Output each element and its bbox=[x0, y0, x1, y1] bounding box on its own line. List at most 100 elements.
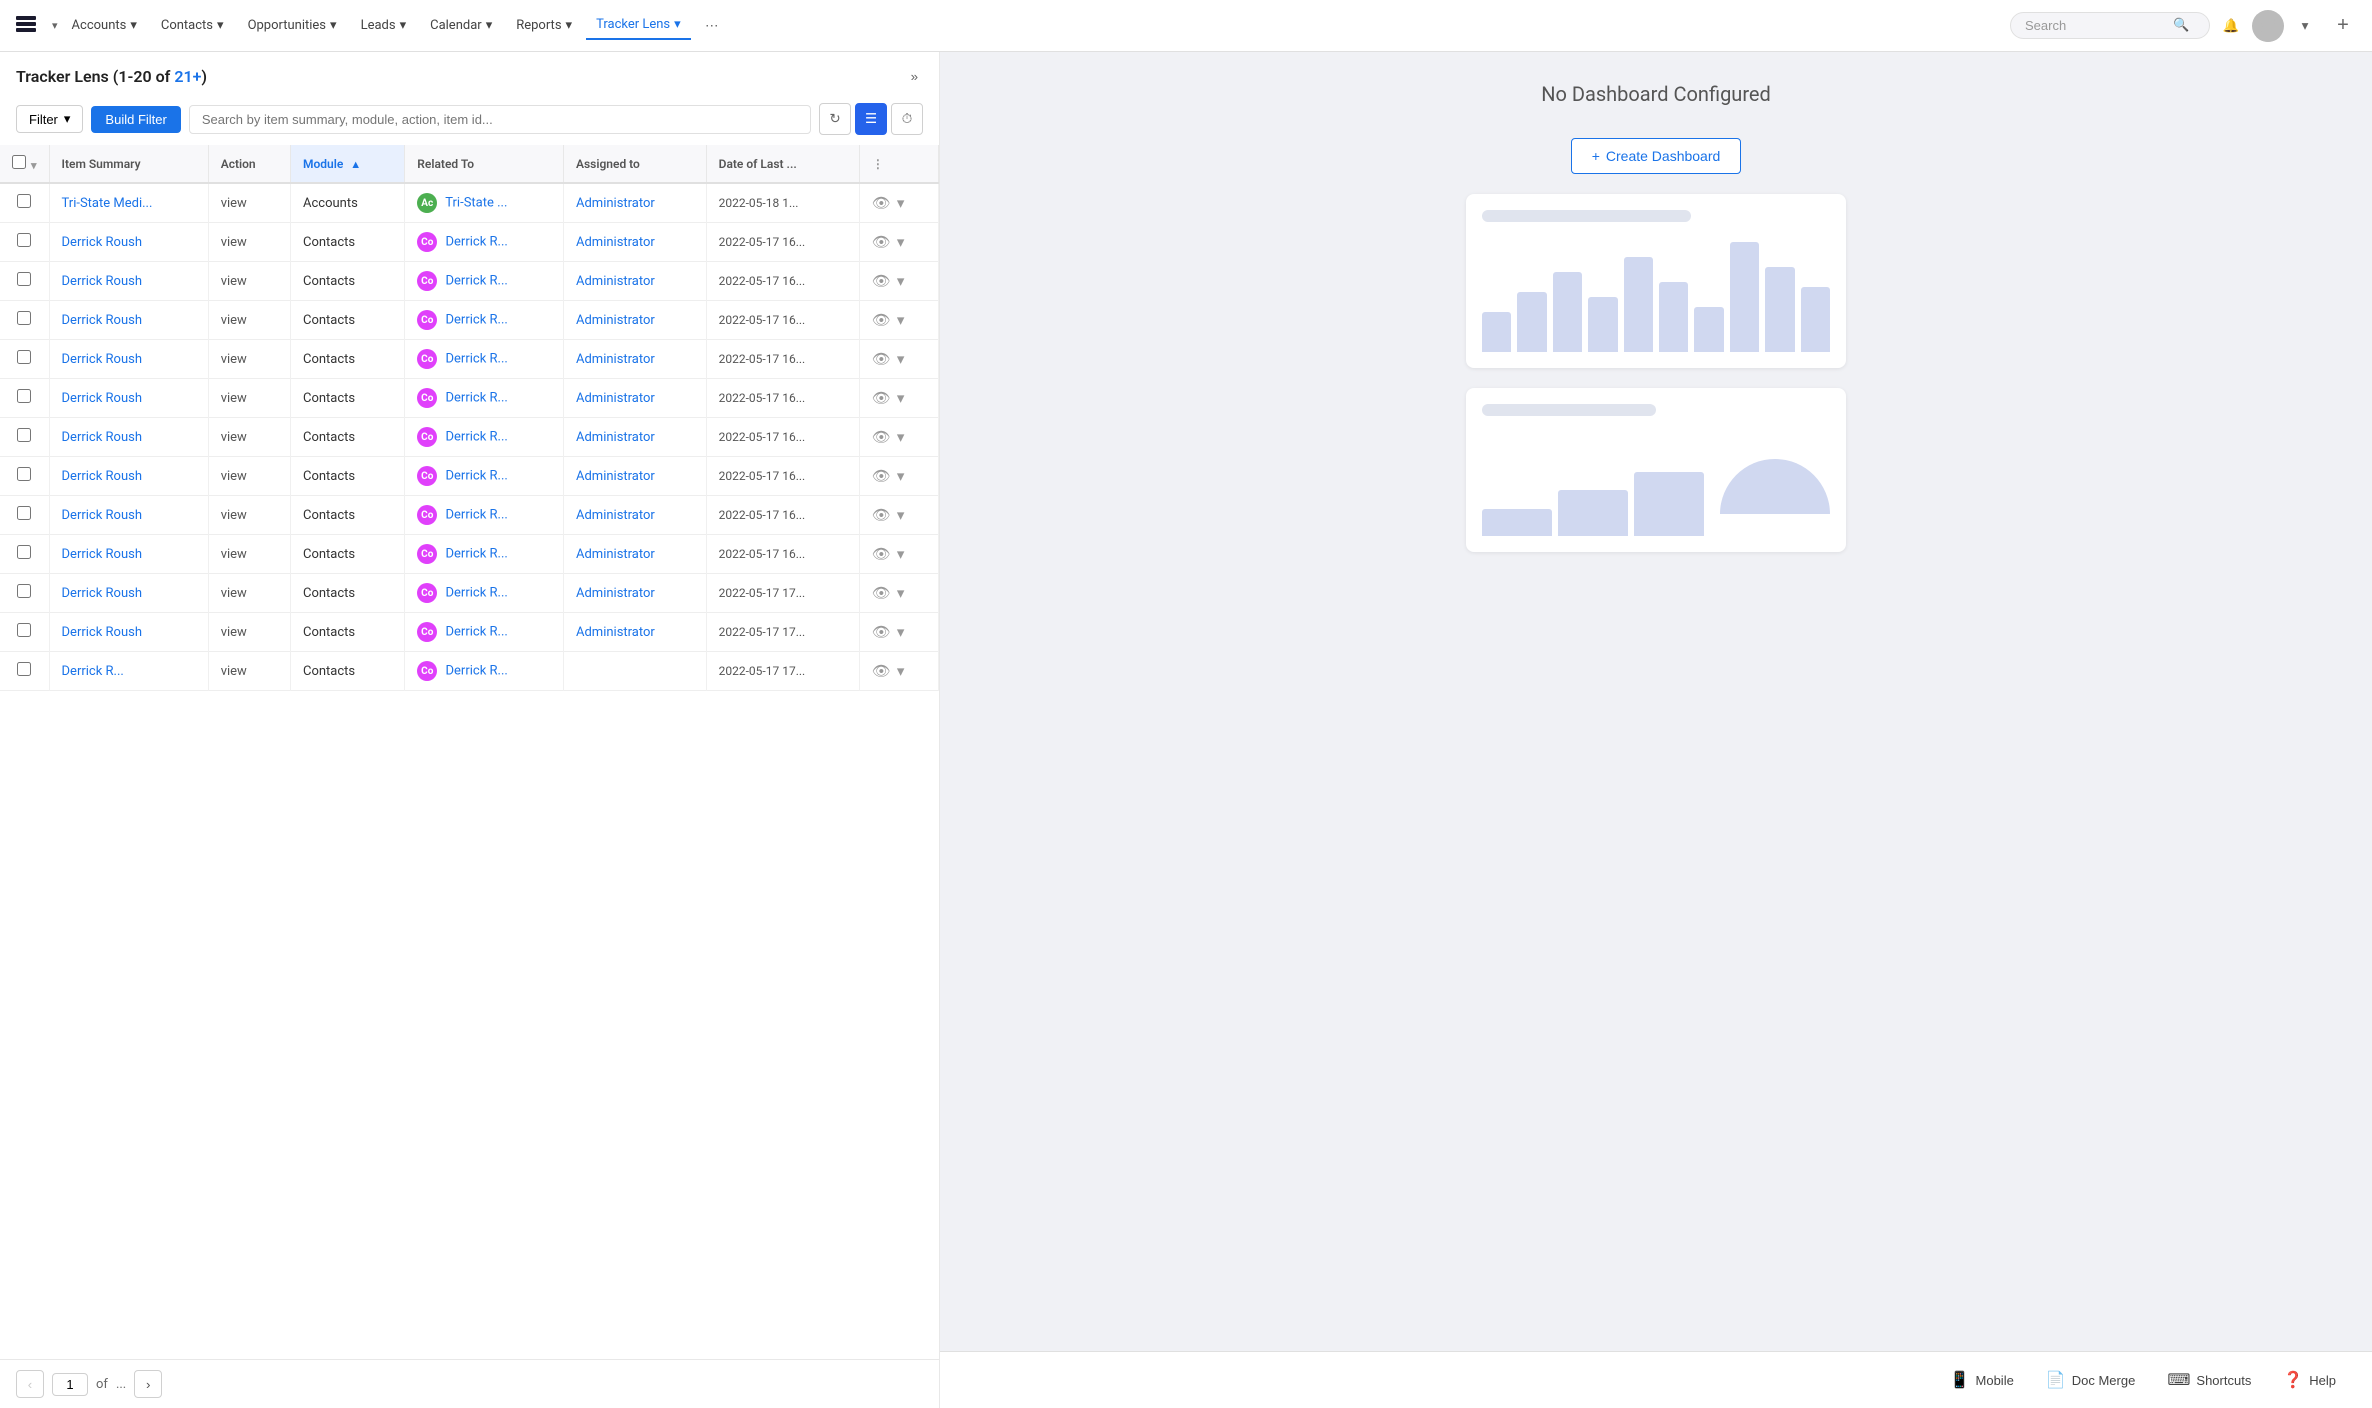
nav-tracker-lens[interactable]: Tracker Lens ▾ bbox=[586, 11, 691, 40]
expand-button-5[interactable]: ▾ bbox=[897, 389, 905, 407]
related-to-link-9[interactable]: Derrick R... bbox=[446, 546, 508, 561]
user-menu-chevron[interactable]: ▾ bbox=[2288, 9, 2322, 43]
row-checkbox-4[interactable] bbox=[17, 350, 31, 364]
related-to-link-5[interactable]: Derrick R... bbox=[446, 390, 508, 405]
col-related-to[interactable]: Related To bbox=[405, 145, 564, 183]
filter-button[interactable]: Filter ▾ bbox=[16, 105, 83, 133]
row-checkbox-cell-8[interactable] bbox=[0, 496, 49, 535]
row-checkbox-cell-10[interactable] bbox=[0, 574, 49, 613]
related-to-link-10[interactable]: Derrick R... bbox=[446, 585, 508, 600]
select-all-checkbox[interactable] bbox=[12, 155, 26, 169]
settings-button[interactable]: ⏱ bbox=[891, 103, 923, 135]
expand-button-6[interactable]: ▾ bbox=[897, 428, 905, 446]
expand-button-8[interactable]: ▾ bbox=[897, 506, 905, 524]
expand-button-10[interactable]: ▾ bbox=[897, 584, 905, 602]
nav-calendar[interactable]: Calendar ▾ bbox=[420, 12, 502, 39]
assigned-to-link-7[interactable]: Administrator bbox=[576, 469, 655, 484]
nav-more-button[interactable]: ⋯ bbox=[695, 9, 729, 43]
list-view-button[interactable]: ☰ bbox=[855, 103, 887, 135]
col-more-options[interactable]: ⋮ bbox=[859, 145, 938, 183]
eye-button-9[interactable]: 👁 bbox=[872, 545, 891, 563]
eye-button-11[interactable]: 👁 bbox=[872, 623, 891, 641]
row-checkbox-8[interactable] bbox=[17, 506, 31, 520]
row-checkbox-cell-11[interactable] bbox=[0, 613, 49, 652]
nav-accounts[interactable]: Accounts ▾ bbox=[62, 12, 147, 39]
eye-button-2[interactable]: 👁 bbox=[872, 272, 891, 290]
related-to-link-11[interactable]: Derrick R... bbox=[446, 624, 508, 639]
related-to-link-2[interactable]: Derrick R... bbox=[446, 273, 508, 288]
pagination-next-button[interactable]: › bbox=[134, 1370, 162, 1398]
mobile-button[interactable]: 📱 Mobile bbox=[1934, 1362, 2030, 1398]
assigned-to-link-5[interactable]: Administrator bbox=[576, 391, 655, 406]
row-checkbox-cell-9[interactable] bbox=[0, 535, 49, 574]
assigned-to-link-6[interactable]: Administrator bbox=[576, 430, 655, 445]
expand-panel-button[interactable]: » bbox=[906, 64, 923, 89]
item-summary-link-0[interactable]: Tri-State Medi... bbox=[62, 196, 153, 211]
help-button[interactable]: ❓ Help bbox=[2267, 1362, 2352, 1398]
row-checkbox-0[interactable] bbox=[17, 194, 31, 208]
related-to-link-6[interactable]: Derrick R... bbox=[446, 429, 508, 444]
row-checkbox-2[interactable] bbox=[17, 272, 31, 286]
row-checkbox-cell-1[interactable] bbox=[0, 223, 49, 262]
assigned-to-link-8[interactable]: Administrator bbox=[576, 508, 655, 523]
expand-button-1[interactable]: ▾ bbox=[897, 233, 905, 251]
item-summary-link-2[interactable]: Derrick Roush bbox=[62, 274, 142, 289]
notification-bell-button[interactable]: 🔔 bbox=[2214, 9, 2248, 43]
col-item-summary[interactable]: Item Summary bbox=[49, 145, 208, 183]
assigned-to-link-2[interactable]: Administrator bbox=[576, 274, 655, 289]
row-checkbox-cell-7[interactable] bbox=[0, 457, 49, 496]
item-summary-link-6[interactable]: Derrick Roush bbox=[62, 430, 142, 445]
row-checkbox-3[interactable] bbox=[17, 311, 31, 325]
refresh-button[interactable]: ↻ bbox=[819, 103, 851, 135]
col-action[interactable]: Action bbox=[208, 145, 290, 183]
expand-button-11[interactable]: ▾ bbox=[897, 623, 905, 641]
col-assigned-to[interactable]: Assigned to bbox=[563, 145, 706, 183]
assigned-to-link-1[interactable]: Administrator bbox=[576, 235, 655, 250]
eye-button-0[interactable]: 👁 bbox=[872, 194, 891, 212]
select-all-header[interactable]: ▾ bbox=[0, 145, 49, 183]
row-checkbox-5[interactable] bbox=[17, 389, 31, 403]
nav-reports[interactable]: Reports ▾ bbox=[506, 12, 582, 39]
add-new-button[interactable]: + bbox=[2326, 9, 2360, 43]
assigned-to-link-3[interactable]: Administrator bbox=[576, 313, 655, 328]
eye-button-4[interactable]: 👁 bbox=[872, 350, 891, 368]
row-checkbox-10[interactable] bbox=[17, 584, 31, 598]
row-checkbox-cell-2[interactable] bbox=[0, 262, 49, 301]
row-checkbox-cell-3[interactable] bbox=[0, 301, 49, 340]
build-filter-button[interactable]: Build Filter bbox=[91, 106, 180, 133]
item-summary-link-11[interactable]: Derrick Roush bbox=[62, 625, 142, 640]
col-date[interactable]: Date of Last ... bbox=[706, 145, 859, 183]
related-to-link-8[interactable]: Derrick R... bbox=[446, 507, 508, 522]
row-checkbox-7[interactable] bbox=[17, 467, 31, 481]
related-to-link-4[interactable]: Derrick R... bbox=[446, 351, 508, 366]
eye-button-3[interactable]: 👁 bbox=[872, 311, 891, 329]
related-to-link-12[interactable]: Derrick R... bbox=[446, 663, 508, 678]
item-summary-link-3[interactable]: Derrick Roush bbox=[62, 313, 142, 328]
app-logo[interactable] bbox=[12, 12, 40, 40]
eye-button-6[interactable]: 👁 bbox=[872, 428, 891, 446]
nav-leads[interactable]: Leads ▾ bbox=[351, 12, 417, 39]
related-to-link-3[interactable]: Derrick R... bbox=[446, 312, 508, 327]
item-summary-link-8[interactable]: Derrick Roush bbox=[62, 508, 142, 523]
logo-chevron[interactable]: ▾ bbox=[52, 19, 58, 32]
eye-button-7[interactable]: 👁 bbox=[872, 467, 891, 485]
create-dashboard-button[interactable]: + Create Dashboard bbox=[1571, 138, 1742, 174]
row-checkbox-9[interactable] bbox=[17, 545, 31, 559]
item-summary-link-7[interactable]: Derrick Roush bbox=[62, 469, 142, 484]
item-summary-link-4[interactable]: Derrick Roush bbox=[62, 352, 142, 367]
assigned-to-link-10[interactable]: Administrator bbox=[576, 586, 655, 601]
eye-button-12[interactable]: 👁 bbox=[872, 662, 891, 680]
eye-button-1[interactable]: 👁 bbox=[872, 233, 891, 251]
col-module[interactable]: Module ▲ bbox=[290, 145, 404, 183]
expand-button-2[interactable]: ▾ bbox=[897, 272, 905, 290]
eye-button-5[interactable]: 👁 bbox=[872, 389, 891, 407]
assigned-to-link-4[interactable]: Administrator bbox=[576, 352, 655, 367]
row-checkbox-cell-12[interactable] bbox=[0, 652, 49, 691]
doc-merge-button[interactable]: 📄 Doc Merge bbox=[2030, 1362, 2152, 1398]
global-search-input[interactable] bbox=[2025, 18, 2165, 33]
row-checkbox-cell-0[interactable] bbox=[0, 183, 49, 223]
row-checkbox-11[interactable] bbox=[17, 623, 31, 637]
assigned-to-link-0[interactable]: Administrator bbox=[576, 196, 655, 211]
row-checkbox-1[interactable] bbox=[17, 233, 31, 247]
pagination-prev-button[interactable]: ‹ bbox=[16, 1370, 44, 1398]
